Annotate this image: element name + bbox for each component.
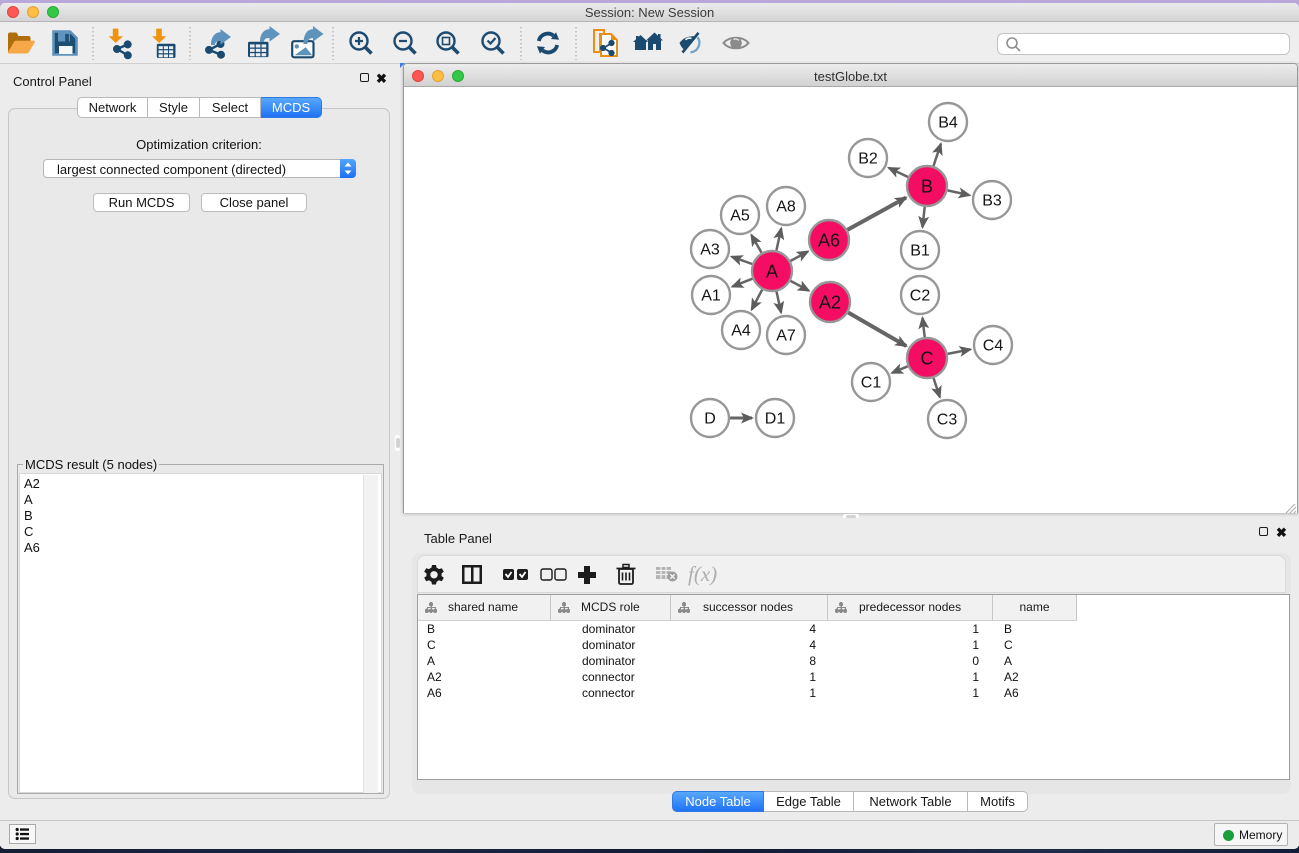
svg-text:f(x): f(x) xyxy=(688,562,717,586)
svg-text:A6: A6 xyxy=(818,231,840,251)
svg-text:A4: A4 xyxy=(731,323,751,340)
svg-text:A5: A5 xyxy=(730,208,750,225)
svg-text:A7: A7 xyxy=(776,328,796,345)
svg-text:C: C xyxy=(921,349,934,369)
svg-text:B4: B4 xyxy=(938,115,958,132)
svg-text:B1: B1 xyxy=(910,243,930,260)
svg-text:A1: A1 xyxy=(701,288,721,305)
svg-text:A: A xyxy=(766,262,778,282)
svg-text:B3: B3 xyxy=(982,193,1002,210)
svg-text:B2: B2 xyxy=(858,151,878,168)
svg-text:D1: D1 xyxy=(765,411,786,428)
svg-text:C1: C1 xyxy=(861,375,882,392)
svg-text:A3: A3 xyxy=(700,242,720,259)
svg-text:C3: C3 xyxy=(937,412,958,429)
svg-text:C2: C2 xyxy=(910,288,931,305)
svg-text:D: D xyxy=(704,411,716,428)
svg-text:B: B xyxy=(921,177,933,197)
svg-text:C4: C4 xyxy=(983,338,1004,355)
svg-text:A8: A8 xyxy=(776,199,796,216)
svg-text:A2: A2 xyxy=(819,293,841,313)
